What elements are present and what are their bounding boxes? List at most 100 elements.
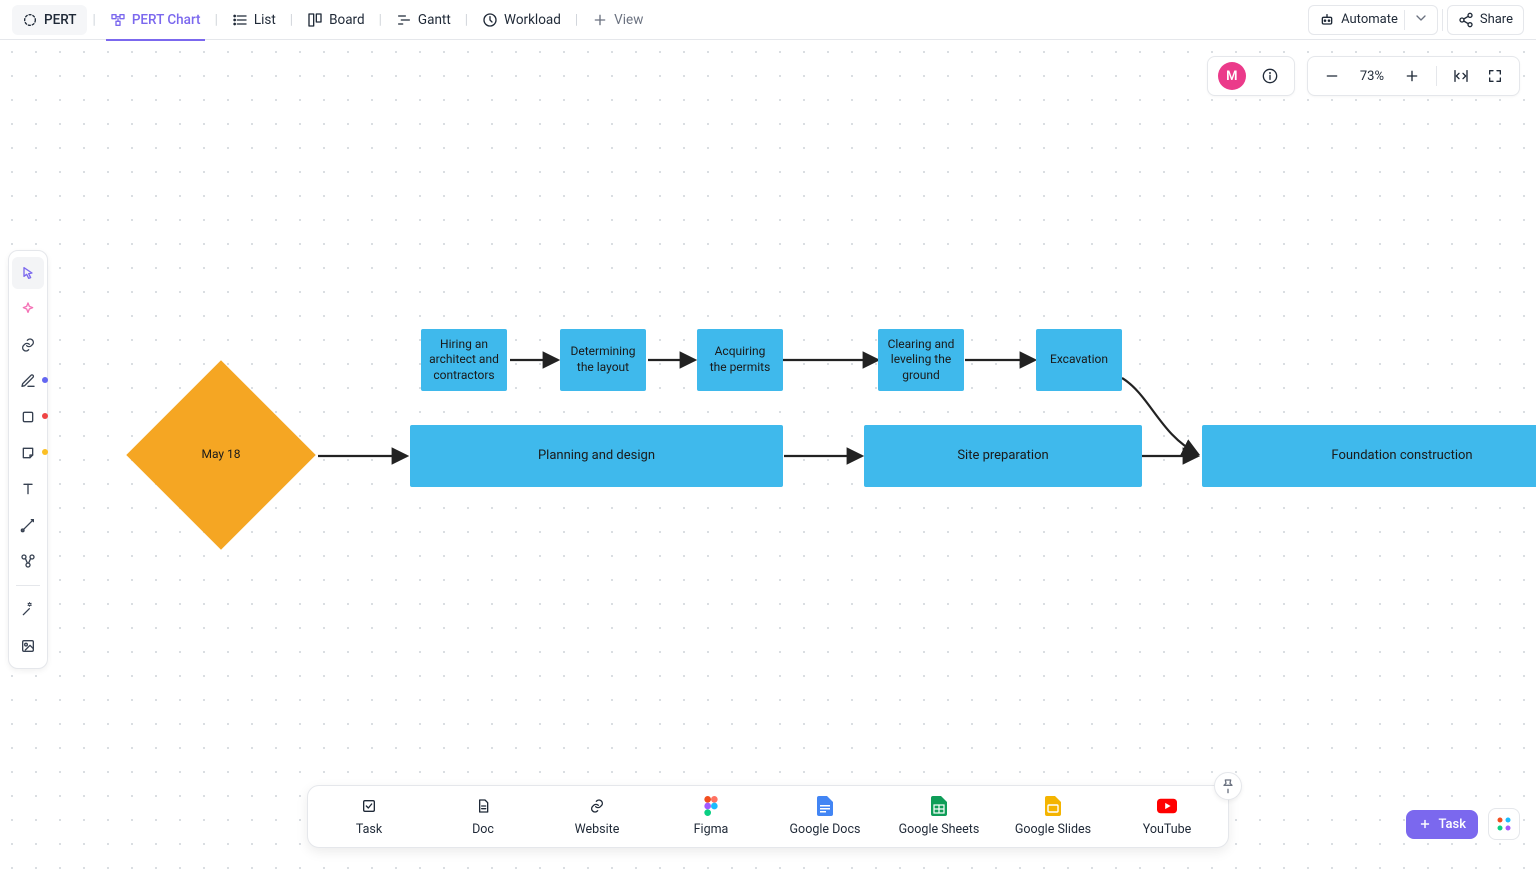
node-label: Acquiring the permits	[705, 344, 775, 375]
tab-pert-chart[interactable]: PERT Chart	[98, 0, 213, 40]
dock-google-sheets[interactable]: Google Sheets	[896, 796, 982, 837]
info-button[interactable]	[1256, 62, 1284, 90]
node-label: May 18	[201, 447, 240, 463]
separator: |	[213, 12, 220, 28]
separator	[16, 585, 40, 586]
dock-youtube[interactable]: YouTube	[1124, 796, 1210, 837]
tool-select[interactable]	[12, 257, 44, 289]
tool-link[interactable]	[12, 329, 44, 361]
plus-icon	[592, 12, 608, 28]
dock-label: Task	[356, 822, 382, 837]
fullscreen-button[interactable]	[1481, 62, 1509, 90]
dock-label: Google Slides	[1015, 822, 1091, 837]
whiteboard-canvas[interactable]: May 18 Hiring an architect and contracto…	[0, 40, 1536, 876]
tab-label: PERT Chart	[132, 12, 201, 28]
bottom-right-controls: Task	[1406, 808, 1520, 840]
dock-task[interactable]: Task	[326, 796, 412, 837]
google-docs-icon	[815, 796, 835, 816]
add-view-button[interactable]: View	[580, 0, 655, 40]
left-toolbar	[8, 250, 48, 669]
tool-ai[interactable]	[12, 293, 44, 325]
tab-label: Board	[329, 12, 365, 28]
tab-label: Gantt	[418, 12, 451, 28]
zoom-out-button[interactable]	[1318, 62, 1346, 90]
fit-width-button[interactable]	[1447, 62, 1475, 90]
fit-width-icon	[1453, 68, 1469, 84]
dock-google-docs[interactable]: Google Docs	[782, 796, 868, 837]
tool-sticky[interactable]	[12, 437, 44, 469]
tool-shape[interactable]	[12, 401, 44, 433]
tool-pen[interactable]	[12, 365, 44, 397]
avatar[interactable]: M	[1218, 62, 1246, 90]
dock-doc[interactable]: Doc	[440, 796, 526, 837]
youtube-icon	[1157, 796, 1177, 816]
gantt-icon	[396, 12, 412, 28]
node-label: Site preparation	[957, 448, 1048, 465]
pert-chart-icon	[110, 12, 126, 28]
connector-icon	[20, 517, 36, 533]
share-label: Share	[1480, 12, 1513, 27]
node-clearing[interactable]: Clearing and leveling the ground	[878, 329, 964, 391]
minus-icon	[1324, 68, 1340, 84]
apps-button[interactable]	[1488, 808, 1520, 840]
app-logo-icon	[22, 12, 38, 28]
tab-gantt[interactable]: Gantt	[384, 0, 463, 40]
zoom-in-button[interactable]	[1398, 62, 1426, 90]
color-indicator	[42, 449, 48, 455]
tool-diagram[interactable]	[12, 545, 44, 577]
dock-label: Doc	[472, 822, 494, 837]
robot-icon	[1319, 12, 1335, 28]
node-label: Hiring an architect and contractors	[429, 337, 499, 384]
tab-workload[interactable]: Workload	[470, 0, 573, 40]
canvas-top-right-controls: M 73%	[1207, 56, 1520, 96]
google-slides-icon	[1043, 796, 1063, 816]
image-icon	[20, 638, 36, 654]
text-icon	[20, 481, 36, 497]
app-name-label: PERT	[44, 12, 77, 28]
node-start-diamond[interactable]: May 18	[126, 360, 316, 550]
dock-figma[interactable]: Figma	[668, 796, 754, 837]
pin-icon	[1220, 778, 1236, 794]
tab-board[interactable]: Board	[295, 0, 377, 40]
dock-website[interactable]: Website	[554, 796, 640, 837]
dock-label: Google Sheets	[899, 822, 980, 837]
tab-list[interactable]: List	[220, 0, 288, 40]
tool-magic[interactable]	[12, 594, 44, 626]
square-icon	[20, 409, 36, 425]
app-name[interactable]: PERT	[12, 5, 87, 35]
link-icon	[20, 337, 36, 353]
node-hiring[interactable]: Hiring an architect and contractors	[421, 329, 507, 391]
pin-dock-button[interactable]	[1214, 772, 1242, 800]
sparkle-icon	[20, 301, 36, 317]
pointer-icon	[20, 265, 36, 281]
dock-label: YouTube	[1143, 822, 1192, 837]
insert-dock: Task Doc Website Figma Google Docs Go	[307, 785, 1229, 848]
plus-icon	[1404, 68, 1420, 84]
list-icon	[232, 12, 248, 28]
new-task-label: Task	[1438, 817, 1466, 832]
expand-icon	[1487, 68, 1503, 84]
tab-label: List	[254, 12, 276, 28]
tool-connector[interactable]	[12, 509, 44, 541]
share-button[interactable]: Share	[1447, 5, 1524, 35]
plus-icon	[1418, 817, 1432, 831]
canvas-wrap: May 18 Hiring an architect and contracto…	[0, 40, 1536, 876]
dock-label: Google Docs	[790, 822, 861, 837]
node-siteprep[interactable]: Site preparation	[864, 425, 1142, 487]
pencil-icon	[20, 373, 36, 389]
separator: |	[288, 12, 295, 28]
dock-google-slides[interactable]: Google Slides	[1010, 796, 1096, 837]
node-planning[interactable]: Planning and design	[410, 425, 783, 487]
node-foundation[interactable]: Foundation construction	[1202, 425, 1536, 487]
tool-image[interactable]	[12, 630, 44, 662]
tool-text[interactable]	[12, 473, 44, 505]
new-task-button[interactable]: Task	[1406, 810, 1478, 839]
zoom-controls: 73%	[1307, 56, 1520, 96]
node-label: Planning and design	[538, 448, 655, 465]
chevron-down-icon[interactable]	[1404, 10, 1437, 30]
node-excavation[interactable]: Excavation	[1036, 329, 1122, 391]
info-icon	[1262, 68, 1278, 84]
node-permits[interactable]: Acquiring the permits	[697, 329, 783, 391]
automate-button[interactable]: Automate	[1308, 5, 1438, 35]
node-layout[interactable]: Determining the layout	[560, 329, 646, 391]
